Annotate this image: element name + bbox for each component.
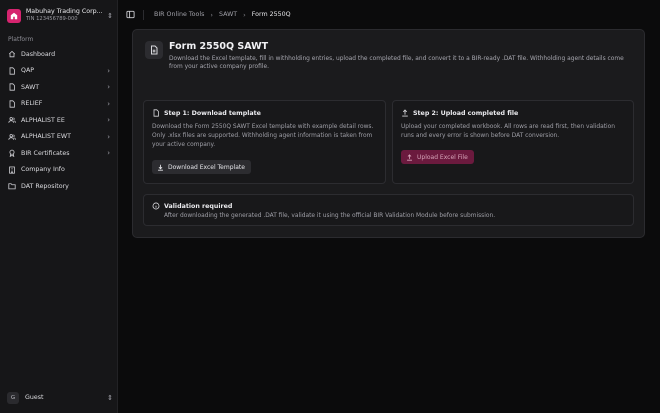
upload-excel-label: Upload Excel File [417,153,468,161]
document-icon [8,100,16,108]
chevron-right-icon: › [107,132,110,141]
sidebar-item-label: SAWT [21,83,40,91]
upload-icon [401,109,409,117]
document-icon [8,83,16,91]
company-name: Mabuhay Trading Corp... [25,8,103,16]
sidebar-item-dashboard[interactable]: Dashboard [4,46,114,63]
info-icon [152,202,160,210]
folder-icon [8,182,16,190]
chevron-right-icon: › [107,149,110,158]
breadcrumb-item[interactable]: SAWT [219,11,237,18]
divider [143,9,144,20]
document-icon [8,67,16,75]
chevron-up-down-icon: ⇕ [107,11,113,20]
step2-panel: Step 2: Upload completed file Upload you… [392,100,634,184]
sidebar-item-dat-repository[interactable]: DAT Repository [4,178,114,195]
sidebar-item-label: Dashboard [21,50,56,58]
top-bar: BIR Online Tools › SAWT › Form 2550Q [118,0,660,29]
breadcrumb-item[interactable]: BIR Online Tools [154,11,204,18]
user-menu[interactable]: G Guest ⇕ [7,391,113,404]
sidebar-item-label: ALPHALIST EWT [21,133,71,141]
sidebar-item-qap[interactable]: QAP › [4,63,114,80]
file-icon [145,41,163,59]
validation-text: After downloading the generated .DAT fil… [164,213,496,219]
sidebar-item-label: BIR Certificates [21,149,70,157]
company-logo-icon [7,8,21,23]
sidebar-item-label: QAP [21,67,35,75]
sidebar-item-label: ALPHALIST EE [21,116,65,124]
sidebar-group-label: Platform [8,36,34,43]
step2-title: Step 2: Upload completed file [413,109,519,117]
download-icon [157,164,164,171]
page-title: Form 2550Q SAWT [169,41,269,52]
step1-title: Step 1: Download template [164,109,261,117]
sidebar-item-relief[interactable]: RELIEF › [4,96,114,113]
sidebar-item-label: RELIEF [21,100,43,108]
form-card: Form 2550Q SAWT Download the Excel templ… [132,29,645,238]
breadcrumb-current: Form 2550Q [251,11,291,18]
step1-panel: Step 1: Download template Download the F… [143,100,386,184]
sidebar-item-label: Company Info [21,166,65,174]
sidebar-item-company-info[interactable]: Company Info [4,162,114,179]
building-icon [8,166,16,174]
home-icon [8,50,16,58]
upload-icon [406,153,413,161]
chevron-right-icon: › [210,10,213,19]
upload-excel-button[interactable]: Upload Excel File [401,150,474,164]
users-icon [8,133,16,141]
step2-text: Upload your completed workbook. All rows… [401,124,616,140]
sidebar-item-alphalist-ee[interactable]: ALPHALIST EE › [4,112,114,129]
user-name: Guest [25,394,44,401]
sidebar-toggle-icon[interactable] [126,10,135,19]
step1-text: Download the Form 2550Q SAWT Excel templ… [152,124,374,149]
avatar: G [7,391,19,404]
sidebar-item-label: DAT Repository [21,182,69,190]
document-icon [152,109,160,117]
sidebar-item-alphalist-ewt[interactable]: ALPHALIST EWT › [4,129,114,146]
sidebar-nav: Dashboard QAP › SAWT › RELIEF › ALPHALIS… [4,46,114,195]
company-tin: TIN 123456789-000 [25,16,78,23]
validation-notice: Validation required After downloading th… [143,194,634,226]
certificate-icon [8,149,16,158]
users-icon [8,116,16,124]
download-template-button[interactable]: Download Excel Template [152,160,251,174]
sidebar-item-sawt[interactable]: SAWT › [4,79,114,96]
chevron-up-down-icon: ⇕ [107,393,113,402]
chevron-right-icon: › [107,66,110,75]
sidebar: Mabuhay Trading Corp... TIN 123456789-00… [0,0,118,413]
chevron-right-icon: › [107,99,110,108]
chevron-right-icon: › [107,83,110,92]
download-template-label: Download Excel Template [168,163,245,171]
page-description: Download the Excel template, fill in wit… [169,56,624,71]
chevron-right-icon: › [243,10,246,19]
company-switcher[interactable]: Mabuhay Trading Corp... TIN 123456789-00… [7,7,113,24]
chevron-right-icon: › [107,116,110,125]
validation-title: Validation required [164,202,233,210]
sidebar-item-bir-certificates[interactable]: BIR Certificates › [4,145,114,162]
